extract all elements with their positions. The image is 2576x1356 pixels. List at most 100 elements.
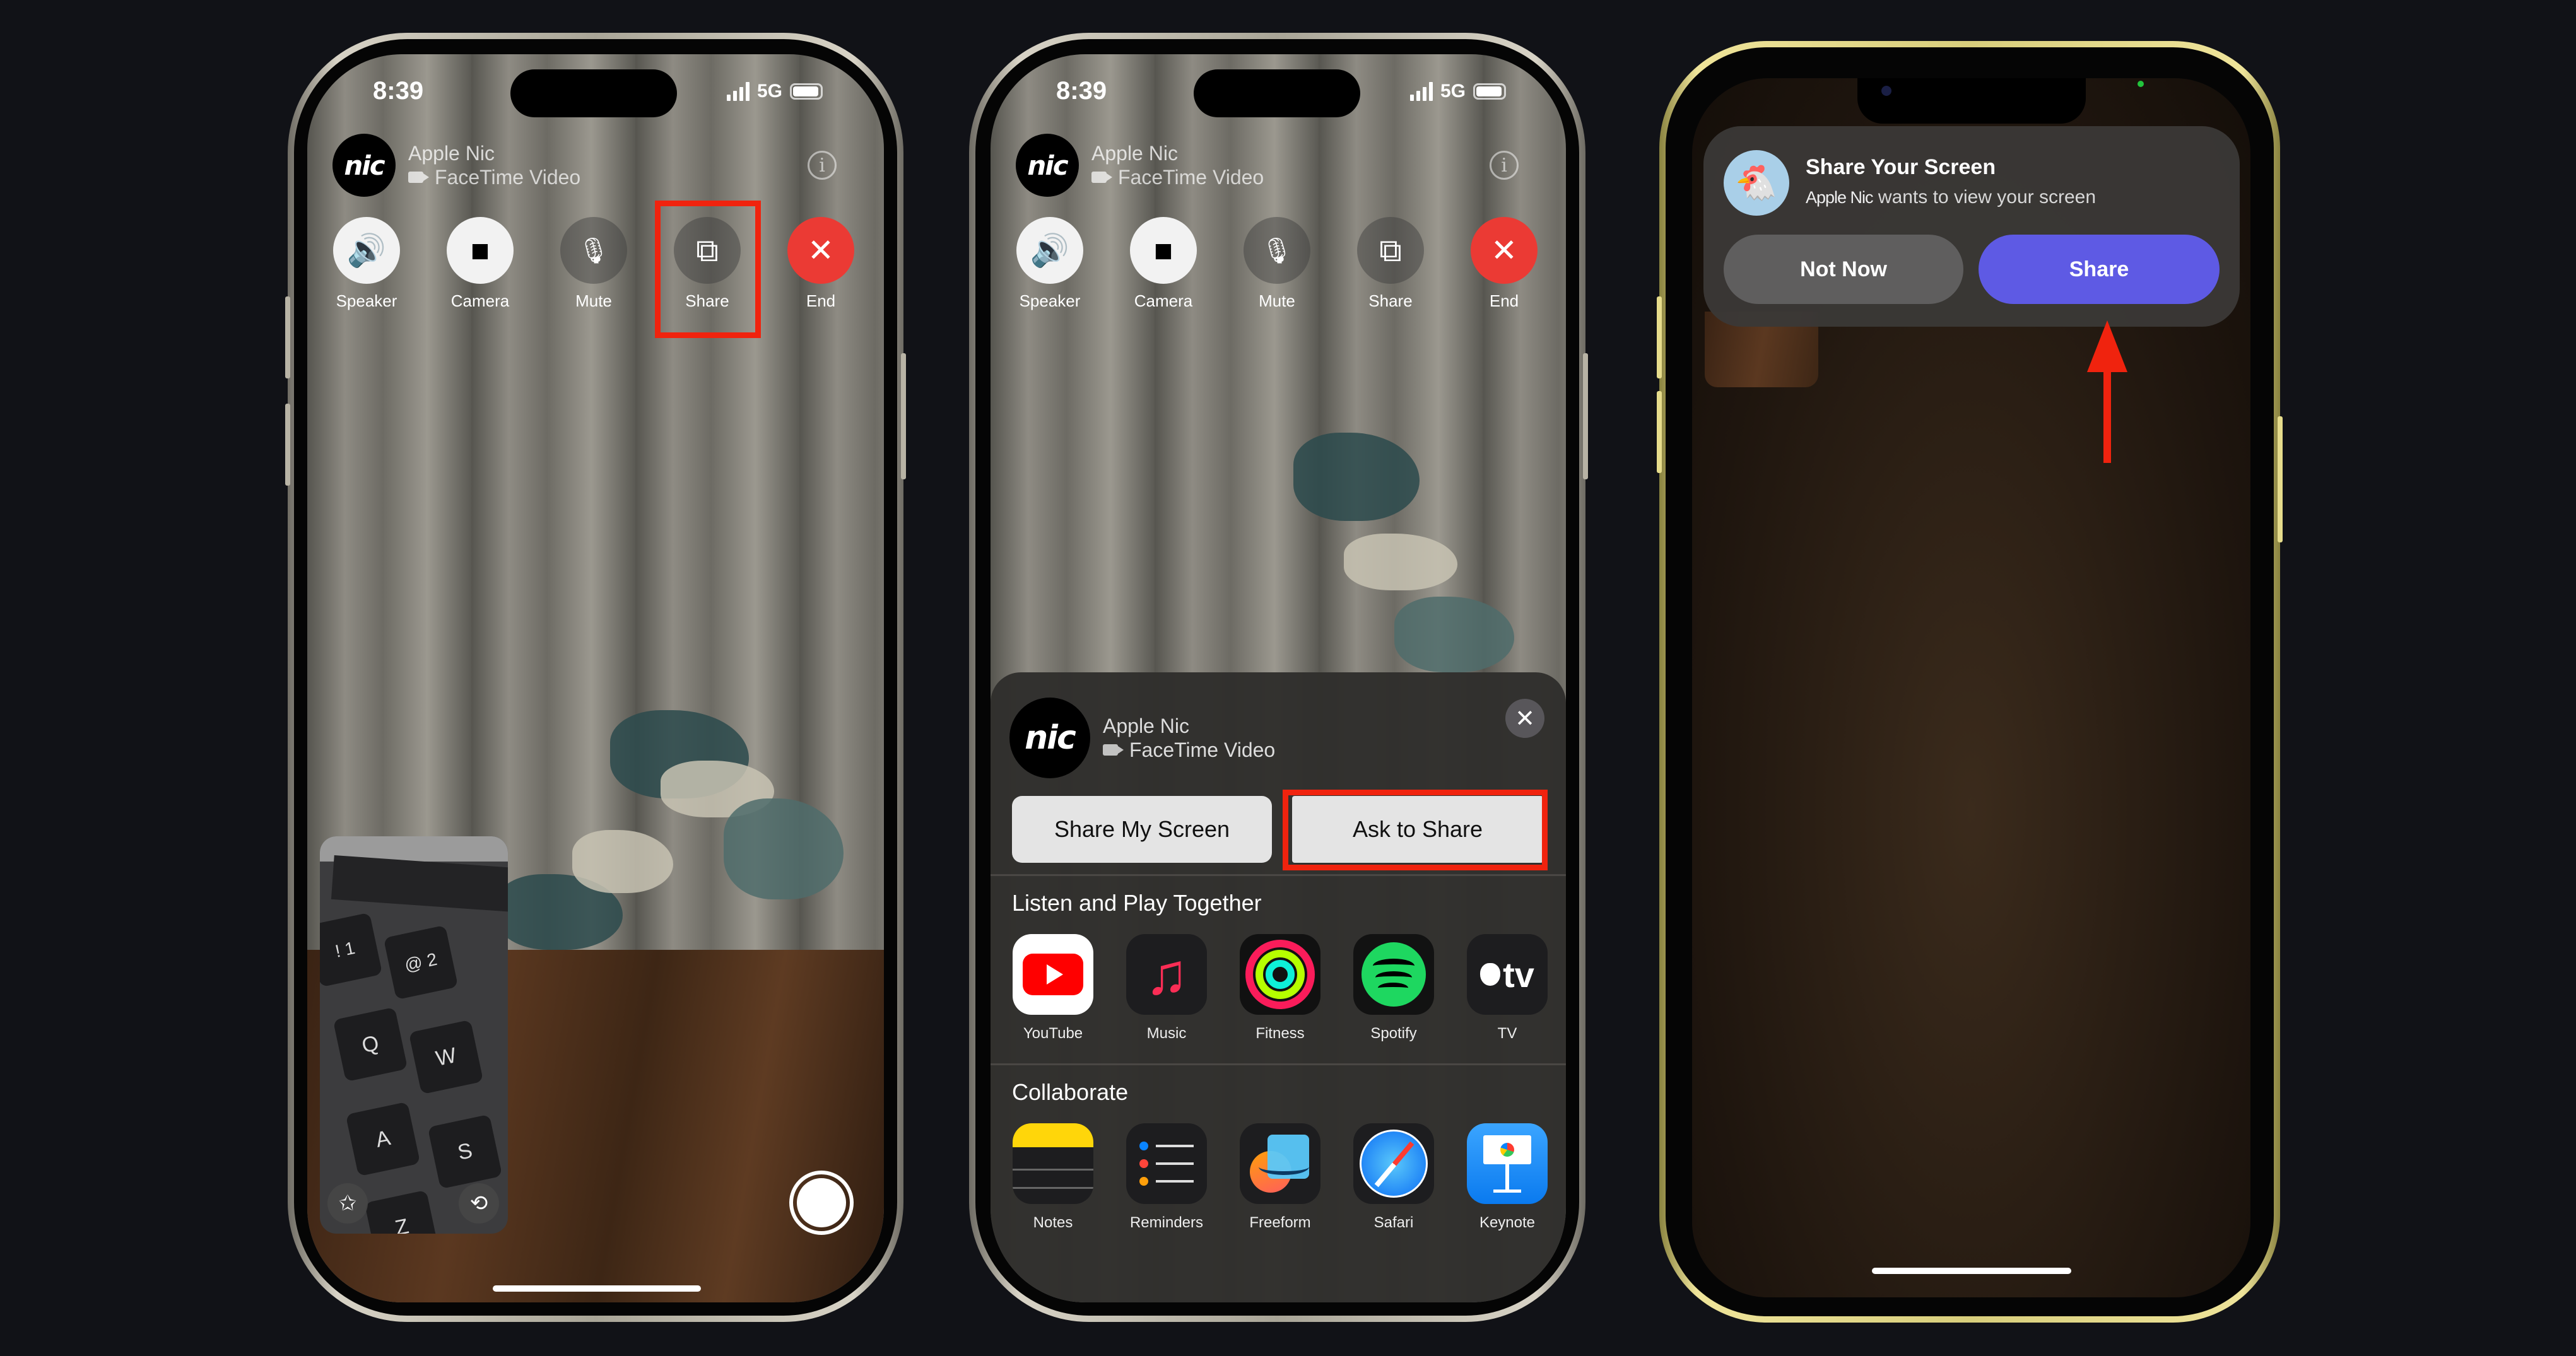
collaborate-heading: Collaborate xyxy=(1012,1079,1129,1105)
app-youtube[interactable]: YouTube xyxy=(1012,934,1094,1043)
camera-label: Camera xyxy=(450,291,510,310)
effects-star-icon[interactable]: ✩ xyxy=(327,1183,368,1224)
arrow-shaft xyxy=(2103,370,2111,463)
app-keynote[interactable]: Keynote xyxy=(1466,1123,1548,1232)
keynote-stand xyxy=(1505,1164,1509,1189)
keyboard-key: A xyxy=(345,1101,421,1177)
safari-icon xyxy=(1353,1123,1434,1204)
caller-name: Apple Nic xyxy=(408,142,495,165)
app-reminders[interactable]: Reminders xyxy=(1126,1123,1208,1232)
sheet-divider xyxy=(991,1063,1566,1065)
app-notes[interactable]: Notes xyxy=(1012,1123,1094,1232)
status-time: 8:39 xyxy=(1056,77,1107,105)
caller-header[interactable]: nic Apple Nic FaceTime Video xyxy=(332,134,580,197)
compass-needle xyxy=(1374,1141,1414,1188)
listen-play-heading: Listen and Play Together xyxy=(1012,890,1262,916)
apple-tv-icon: tv xyxy=(1467,934,1548,1015)
sheet-caller-name: Apple Nic xyxy=(1103,715,1189,737)
notification-body: Apple Nic wants to view your screen xyxy=(1806,187,2096,208)
touch-bar xyxy=(331,855,508,913)
app-safari[interactable]: Safari xyxy=(1353,1123,1435,1232)
phone-3-side-button xyxy=(2278,416,2283,542)
call-type-label: FaceTime Video xyxy=(435,166,581,189)
collaborate-apps-row: Notes Reminders Freeform Safari Keynote xyxy=(1012,1123,1548,1232)
reminders-icon xyxy=(1126,1123,1207,1204)
speaker-label: Speaker xyxy=(336,291,397,310)
camera-label: Camera xyxy=(1134,291,1193,310)
info-icon[interactable]: i xyxy=(1490,151,1519,180)
close-icon: ✕ xyxy=(787,217,854,284)
caller-header[interactable]: nic Apple Nic FaceTime Video xyxy=(1016,134,1264,197)
shutter-button[interactable] xyxy=(789,1171,854,1235)
dynamic-island xyxy=(1194,69,1360,117)
caller-name: Apple Nic xyxy=(1091,142,1178,165)
move-ring xyxy=(1245,940,1315,1009)
keynote-board xyxy=(1483,1135,1531,1164)
video-icon xyxy=(1103,744,1124,756)
home-indicator[interactable] xyxy=(1872,1268,2071,1274)
not-now-button[interactable]: Not Now xyxy=(1724,235,1963,304)
status-indicators: 5G xyxy=(1410,81,1507,102)
app-label: Fitness xyxy=(1256,1025,1305,1042)
home-indicator[interactable] xyxy=(493,1285,701,1292)
end-label: End xyxy=(806,291,836,310)
share-my-screen-button[interactable]: Share My Screen xyxy=(1012,796,1272,863)
listen-apps-row: YouTube ♫ Music Fitness Spotify tv TV xyxy=(1012,934,1548,1043)
sheet-header: nic Apple Nic FaceTime Video xyxy=(1009,698,1275,778)
notification-title: Share Your Screen xyxy=(1806,155,1996,179)
exercise-ring xyxy=(1256,950,1305,999)
share-button[interactable]: Share xyxy=(1979,235,2220,304)
notes-icon xyxy=(1013,1123,1093,1204)
camera-button[interactable]: ■ Camera xyxy=(442,217,518,311)
status-time: 8:39 xyxy=(373,77,424,105)
app-tv[interactable]: tv TV xyxy=(1466,934,1548,1043)
youtube-icon xyxy=(1013,934,1093,1015)
spotify-icon xyxy=(1353,934,1434,1015)
share-button[interactable]: ⧉ Share xyxy=(1353,217,1428,311)
speaker-label: Speaker xyxy=(1019,291,1081,310)
speaker-button[interactable]: 🔊 Speaker xyxy=(329,217,404,311)
network-type: 5G xyxy=(1440,81,1466,102)
end-call-button[interactable]: ✕ End xyxy=(1466,217,1542,311)
info-icon[interactable]: i xyxy=(808,151,837,180)
video-icon xyxy=(1091,172,1112,183)
close-icon: ✕ xyxy=(1471,217,1538,284)
sheet-close-button[interactable]: ✕ xyxy=(1505,699,1544,738)
phone-2-screen: 8:39 5G nic Apple Nic FaceTime Video i 🔊… xyxy=(991,54,1566,1302)
call-type: FaceTime Video xyxy=(1091,165,1264,189)
freeform-squiggle xyxy=(1259,1159,1309,1175)
spotify-wave xyxy=(1378,983,1408,993)
video-camera-icon: ■ xyxy=(447,217,514,284)
phone-1-volume-up xyxy=(285,296,290,378)
app-label: Reminders xyxy=(1129,1214,1204,1231)
signal-bars-icon xyxy=(1410,82,1433,101)
app-fitness[interactable]: Fitness xyxy=(1239,934,1321,1043)
mute-button[interactable]: 🎙 Mute xyxy=(1239,217,1315,311)
keynote-base xyxy=(1493,1189,1521,1193)
app-music[interactable]: ♫ Music xyxy=(1126,934,1208,1043)
camera-button[interactable]: ■ Camera xyxy=(1126,217,1201,311)
notes-header xyxy=(1013,1123,1093,1147)
app-label: Spotify xyxy=(1370,1025,1417,1042)
app-freeform[interactable]: Freeform xyxy=(1239,1123,1321,1232)
self-view-pip[interactable]: ! 1 @ 2 Q W A S Z ✩ ⟲ xyxy=(320,836,508,1234)
phone-1-volume-down xyxy=(285,404,290,486)
speaker-icon: 🔊 xyxy=(1016,217,1083,284)
play-triangle xyxy=(1047,964,1063,985)
share-label: Share xyxy=(1368,291,1413,310)
end-label: End xyxy=(1489,291,1519,310)
reminder-row xyxy=(1139,1159,1194,1168)
end-call-button[interactable]: ✕ End xyxy=(783,217,859,311)
mute-button[interactable]: 🎙 Mute xyxy=(556,217,632,311)
battery-icon xyxy=(1473,83,1507,100)
freeform-icon xyxy=(1240,1123,1320,1204)
arrow-head xyxy=(2087,320,2127,372)
sheet-avatar: nic xyxy=(1009,698,1090,778)
call-type-label: FaceTime Video xyxy=(1118,166,1264,189)
reminder-row xyxy=(1139,1142,1194,1150)
speaker-button[interactable]: 🔊 Speaker xyxy=(1012,217,1088,311)
app-label: TV xyxy=(1497,1025,1517,1042)
phone-2-side-button xyxy=(1583,353,1588,479)
flip-camera-icon[interactable]: ⟲ xyxy=(459,1183,499,1224)
app-spotify[interactable]: Spotify xyxy=(1353,934,1435,1043)
